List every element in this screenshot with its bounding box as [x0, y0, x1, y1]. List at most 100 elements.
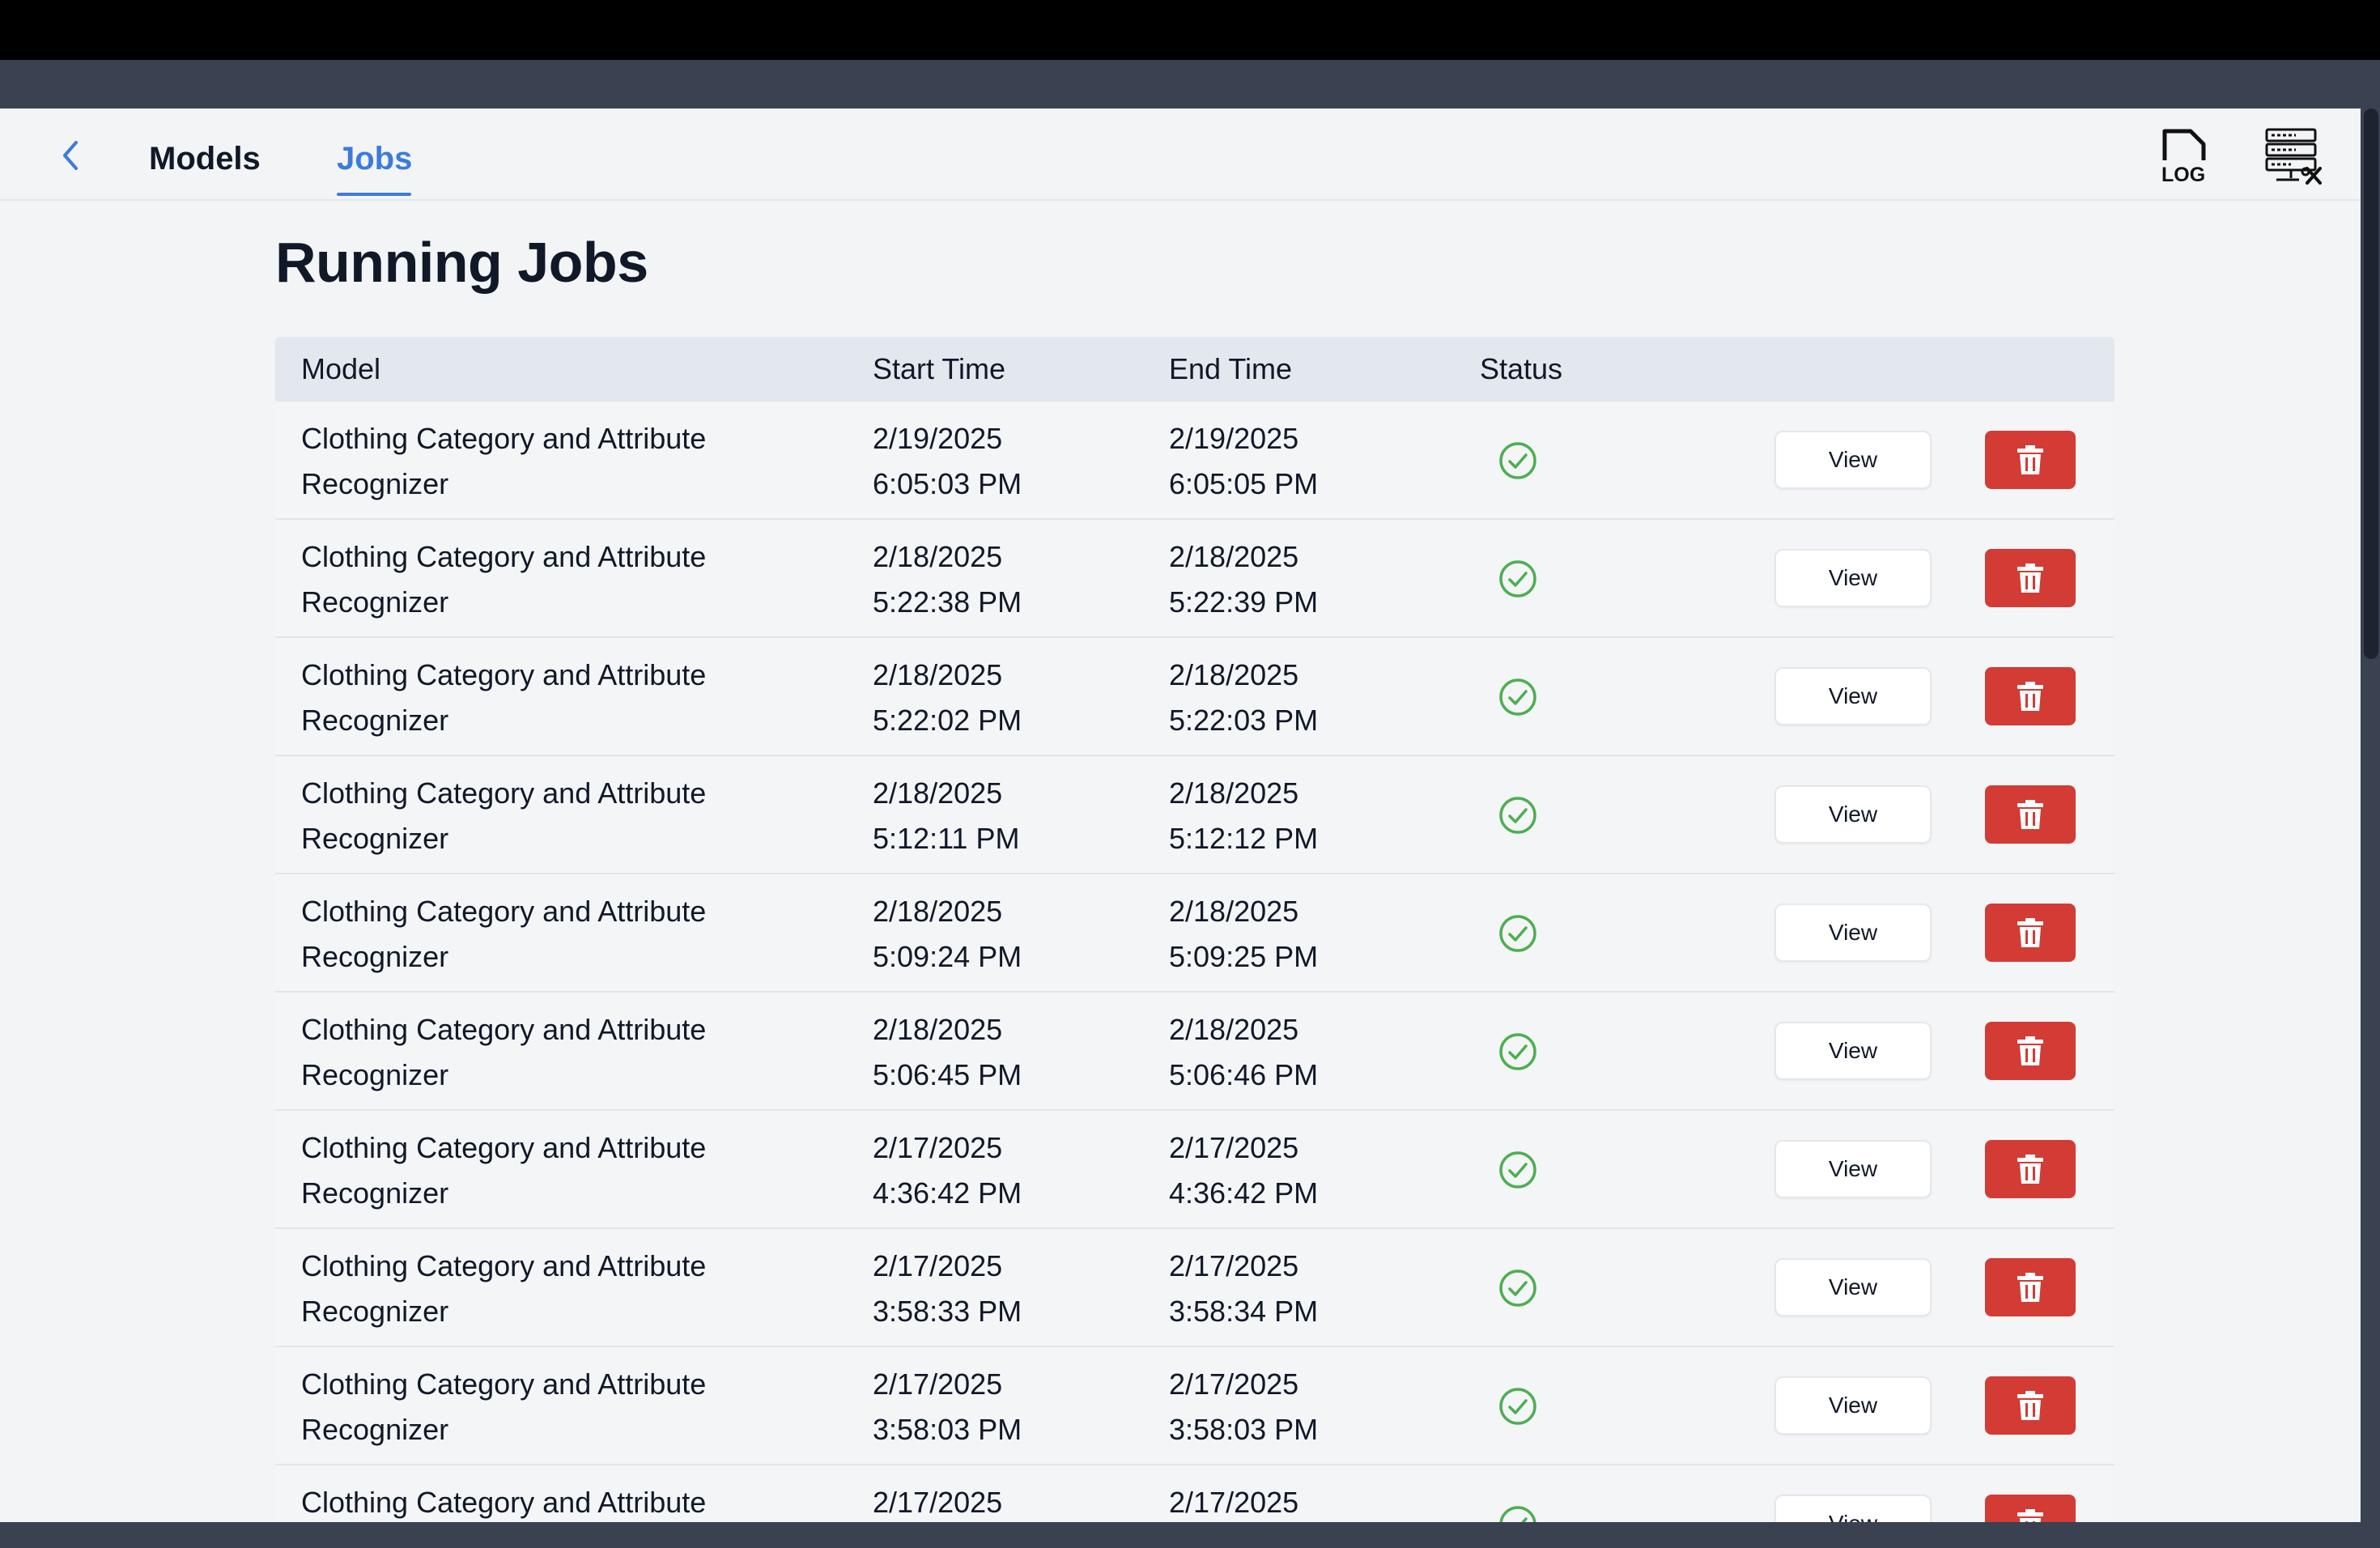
column-header-end-time: End Time [1169, 352, 1293, 385]
job-start-time: 2/17/2025 [873, 1486, 1003, 1519]
table-row: Clothing Category and Attribute Recogniz… [275, 638, 2114, 756]
table-row: Clothing Category and Attribute Recogniz… [275, 1229, 2114, 1347]
job-end-time: 2/17/2025 4:36:42 PM [1169, 1131, 1319, 1210]
success-check-icon [1499, 797, 1536, 834]
job-end-time: 2/18/2025 5:09:25 PM [1169, 895, 1319, 973]
table-row: Clothing Category and Attribute Recogniz… [275, 874, 2114, 993]
log-button[interactable]: LOG [2160, 128, 2212, 186]
view-button[interactable]: View [1774, 549, 1932, 607]
trash-icon [2017, 1036, 2043, 1065]
job-start-time: 2/18/2025 5:12:11 PM [873, 776, 1020, 855]
success-check-icon [1499, 915, 1536, 952]
job-model-name: Clothing Category and Attribute Recogniz… [301, 1131, 707, 1210]
column-header-model: Model [301, 352, 381, 385]
view-button[interactable]: View [1774, 1022, 1932, 1080]
column-header-start-time: Start Time [873, 352, 1006, 385]
trash-icon [2017, 445, 2043, 474]
trash-icon [2017, 1155, 2043, 1184]
table-row: Clothing Category and Attribute 2/17/202… [275, 1465, 2114, 1522]
view-button[interactable]: View [1774, 904, 1932, 962]
table-row: Clothing Category and Attribute Recogniz… [275, 1111, 2114, 1229]
window-chrome-bar [0, 60, 2380, 108]
table-row: Clothing Category and Attribute Recogniz… [275, 993, 2114, 1111]
delete-button[interactable] [1985, 1140, 2076, 1198]
job-start-time: 2/18/2025 5:22:38 PM [873, 540, 1022, 619]
active-tab-indicator [337, 193, 411, 196]
chevron-left-icon [63, 141, 78, 170]
app-window: Models Jobs LOG Running Jobs Model Start… [0, 108, 2361, 1522]
trash-icon [2017, 800, 2043, 829]
success-check-icon [1499, 678, 1536, 716]
trash-icon [2017, 682, 2043, 711]
table-row: Clothing Category and Attribute Recogniz… [275, 402, 2114, 520]
tab-models[interactable]: Models [149, 138, 261, 198]
trash-icon [2017, 1273, 2043, 1302]
job-start-time: 2/18/2025 5:22:02 PM [873, 658, 1022, 737]
delete-button[interactable] [1985, 904, 2076, 962]
delete-button[interactable] [1985, 549, 2076, 607]
job-start-time: 2/18/2025 5:06:45 PM [873, 1013, 1022, 1091]
success-check-icon [1499, 1033, 1536, 1070]
success-check-icon [1499, 1151, 1536, 1189]
view-button[interactable]: View [1774, 785, 1932, 844]
top-navigation: Models Jobs LOG [0, 108, 2361, 201]
job-end-time: 2/17/2025 [1169, 1486, 1299, 1519]
table-row: Clothing Category and Attribute Recogniz… [275, 1347, 2114, 1465]
job-end-time: 2/17/2025 3:58:03 PM [1169, 1367, 1319, 1446]
view-button[interactable]: View [1774, 431, 1932, 489]
job-start-time: 2/18/2025 5:09:24 PM [873, 895, 1022, 973]
job-model-name: Clothing Category and Attribute Recogniz… [301, 1013, 707, 1091]
jobs-table: Model Start Time End Time Status Clothin… [275, 337, 2114, 1522]
back-button[interactable] [53, 138, 89, 173]
table-header: Model Start Time End Time Status [275, 337, 2114, 402]
page-title: Running Jobs [275, 231, 648, 294]
window-bottom-bar [0, 1522, 2380, 1548]
job-end-time: 2/18/2025 5:12:12 PM [1169, 776, 1319, 855]
delete-button[interactable] [1985, 785, 2076, 844]
success-check-icon [1499, 560, 1536, 598]
job-end-time: 2/18/2025 5:06:46 PM [1169, 1013, 1319, 1091]
trash-icon [2017, 563, 2043, 593]
view-button[interactable]: View [1774, 667, 1932, 725]
job-model-name: Clothing Category and Attribute Recogniz… [301, 1249, 707, 1328]
log-file-icon: LOG [2161, 129, 2206, 186]
screen-top-bar [0, 0, 2380, 60]
server-settings-icon [2265, 128, 2322, 185]
success-check-icon [1499, 1388, 1536, 1425]
job-model-name: Clothing Category and Attribute Recogniz… [301, 895, 707, 973]
trash-icon [2017, 1391, 2043, 1420]
success-check-icon [1499, 442, 1536, 479]
job-end-time: 2/19/2025 6:05:05 PM [1169, 422, 1319, 500]
job-model-name: Clothing Category and Attribute Recogniz… [301, 422, 707, 500]
svg-text:LOG: LOG [2161, 164, 2205, 186]
job-start-time: 2/17/2025 3:58:03 PM [873, 1367, 1022, 1446]
view-button[interactable]: View [1774, 1376, 1932, 1435]
view-button[interactable]: View [1774, 1140, 1932, 1198]
job-model-name: Clothing Category and Attribute Recogniz… [301, 1367, 707, 1446]
delete-button[interactable] [1985, 667, 2076, 725]
job-end-time: 2/18/2025 5:22:39 PM [1169, 540, 1319, 619]
view-button[interactable]: View [1774, 1258, 1932, 1316]
job-model-name: Clothing Category and Attribute Recogniz… [301, 540, 707, 619]
server-settings-button[interactable] [2263, 126, 2325, 188]
delete-button[interactable] [1985, 1022, 2076, 1080]
job-start-time: 2/19/2025 6:05:03 PM [873, 422, 1022, 500]
table-body: Clothing Category and Attribute Recogniz… [275, 402, 2114, 1522]
job-end-time: 2/17/2025 3:58:34 PM [1169, 1249, 1319, 1328]
success-check-icon [1499, 1506, 1536, 1522]
trash-icon [2017, 1509, 2043, 1522]
tab-jobs[interactable]: Jobs [337, 138, 412, 198]
delete-button[interactable] [1985, 1258, 2076, 1316]
table-row: Clothing Category and Attribute Recogniz… [275, 520, 2114, 638]
trash-icon [2017, 918, 2043, 947]
delete-button[interactable] [1985, 1376, 2076, 1435]
job-end-time: 2/18/2025 5:22:03 PM [1169, 658, 1319, 737]
view-button[interactable]: View [1774, 1495, 1932, 1522]
delete-button[interactable] [1985, 1495, 2076, 1522]
job-model-name: Clothing Category and Attribute Recogniz… [301, 776, 707, 855]
job-start-time: 2/17/2025 4:36:42 PM [873, 1131, 1022, 1210]
success-check-icon [1499, 1269, 1536, 1307]
scrollbar-thumb[interactable] [2364, 108, 2378, 659]
table-row: Clothing Category and Attribute Recogniz… [275, 756, 2114, 874]
delete-button[interactable] [1985, 431, 2076, 489]
